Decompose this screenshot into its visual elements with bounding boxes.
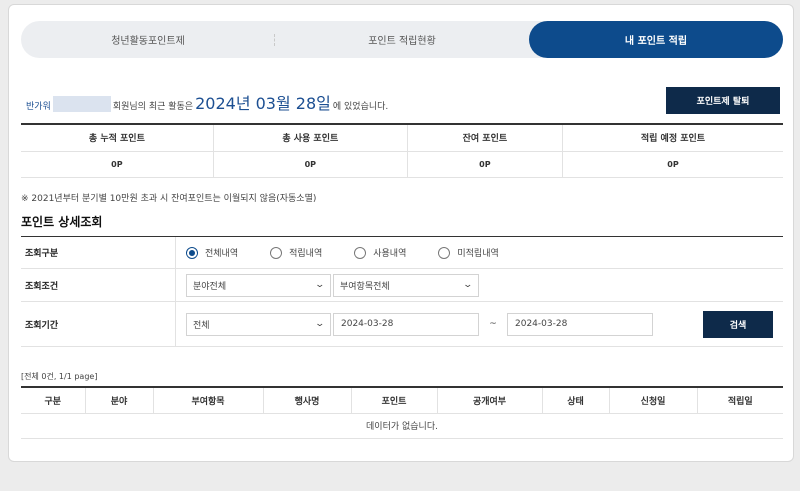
radio-all[interactable]: 전체내역 xyxy=(186,246,238,259)
section-title: 포인트 상세조회 xyxy=(21,215,103,229)
tab-label: 청년활동포인트제 xyxy=(111,36,185,47)
period-select[interactable]: 전체 ⌄ xyxy=(186,312,331,336)
total-used-value: 0P xyxy=(213,151,408,178)
tab-label: 내 포인트 적립 xyxy=(624,36,688,47)
radio-label: 사용내역 xyxy=(373,249,407,259)
results-table: 구분 분야 부여항목 행사명 포인트 공개여부 상태 신청일 적립일 데이터가 … xyxy=(21,386,783,439)
radio-unchecked-icon xyxy=(270,246,283,259)
filter-label: 조회구분 xyxy=(21,237,176,268)
greeting-suffix: 회원님의 최근 활동은 xyxy=(112,102,194,112)
radio-not-earned[interactable]: 미적립내역 xyxy=(438,246,499,259)
masked-user-name xyxy=(52,96,111,112)
tab-point-status[interactable]: 포인트 적립현황 xyxy=(275,21,529,58)
select-value: 전체 xyxy=(193,320,210,331)
column-header: 상태 xyxy=(542,387,610,414)
radio-label: 적립내역 xyxy=(289,249,323,259)
radio-label: 미적립내역 xyxy=(457,249,499,259)
chevron-down-icon: ⌄ xyxy=(314,319,326,329)
recent-activity-date: 2024년 03월 28일 xyxy=(195,94,331,113)
column-header: 공개여부 xyxy=(437,387,543,414)
filter-label: 조회기간 xyxy=(21,302,176,346)
date-to-input[interactable]: 2024-03-28 xyxy=(507,312,653,336)
total-accumulated-value: 0P xyxy=(21,151,214,178)
column-header: 적립일 xyxy=(697,387,783,414)
column-header: 부여항목 xyxy=(153,387,264,414)
radio-earned[interactable]: 적립내역 xyxy=(270,246,322,259)
carryover-notice: ※ 2021년부터 분기별 10만원 초과 시 잔여포인트는 이월되지 않음(자… xyxy=(21,194,317,204)
scheduled-value: 0P xyxy=(562,151,783,178)
column-header: 구분 xyxy=(21,387,86,414)
summary-header: 잔여 포인트 xyxy=(407,124,563,152)
chevron-down-icon: ⌄ xyxy=(314,280,326,290)
point-summary-table: 총 누적 포인트 총 사용 포인트 잔여 포인트 적립 예정 포인트 0P 0P… xyxy=(21,123,783,178)
recent-activity-message: 반가워 회원님의 최근 활동은 2024년 03월 28일 에 있었습니다. xyxy=(26,90,389,113)
result-count: [전체 0건, 1/1 page] xyxy=(21,372,98,381)
withdraw-button[interactable]: 포인트제 탈퇴 xyxy=(666,87,780,114)
summary-header: 총 사용 포인트 xyxy=(213,124,408,152)
filter-row-condition: 조회조건 분야전체 ⌄ 부여항목전체 ⌄ xyxy=(21,269,783,302)
filter-row-period: 조회기간 전체 ⌄ 2024-03-28 ~ 2024-03-28 검색 xyxy=(21,302,783,347)
radio-label: 전체내역 xyxy=(205,249,239,259)
column-header: 포인트 xyxy=(351,387,438,414)
summary-header: 적립 예정 포인트 xyxy=(562,124,783,152)
greeting-tail: 에 있었습니다. xyxy=(332,102,389,112)
tab-my-points[interactable]: 내 포인트 적립 xyxy=(529,21,783,58)
radio-unchecked-icon xyxy=(354,246,367,259)
field-select[interactable]: 분야전체 ⌄ xyxy=(186,273,331,297)
greeting-prefix: 반가워 xyxy=(26,102,51,112)
remaining-value: 0P xyxy=(407,151,563,178)
radio-checked-icon xyxy=(186,246,198,259)
tab-bar: 청년활동포인트제 포인트 적립현황 내 포인트 적립 xyxy=(21,21,783,58)
chevron-down-icon: ⌄ xyxy=(462,280,474,290)
search-filter-form: 조회구분 전체내역 적립내역 사용내역 미적립내역 조회조건 분야전체 ⌄ 부여… xyxy=(21,236,783,347)
radio-used[interactable]: 사용내역 xyxy=(354,246,406,259)
search-button[interactable]: 검색 xyxy=(703,310,773,338)
item-select[interactable]: 부여항목전체 ⌄ xyxy=(333,273,479,297)
column-header: 신청일 xyxy=(609,387,698,414)
column-header: 행사명 xyxy=(263,387,352,414)
filter-label: 조회조건 xyxy=(21,269,176,301)
column-header: 분야 xyxy=(85,387,154,414)
select-value: 분야전체 xyxy=(193,281,227,292)
date-from-input[interactable]: 2024-03-28 xyxy=(333,312,479,336)
empty-message: 데이터가 없습니다. xyxy=(21,413,783,439)
filter-row-type: 조회구분 전체내역 적립내역 사용내역 미적립내역 xyxy=(21,237,783,269)
select-value: 부여항목전체 xyxy=(340,281,390,292)
radio-unchecked-icon xyxy=(438,246,451,259)
range-separator: ~ xyxy=(489,319,497,329)
summary-header: 총 누적 포인트 xyxy=(21,124,214,152)
tab-label: 포인트 적립현황 xyxy=(368,36,436,47)
tab-youth-point[interactable]: 청년활동포인트제 xyxy=(21,21,275,58)
